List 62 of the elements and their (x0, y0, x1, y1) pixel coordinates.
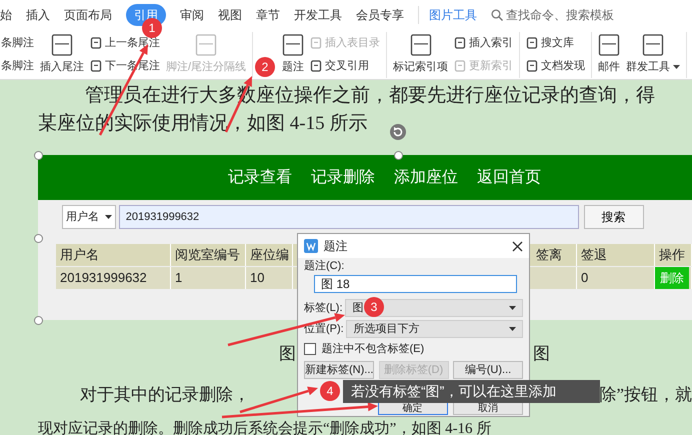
ribbon-tab[interactable]: 视图 (218, 4, 242, 26)
toolbar-button[interactable]: 条脚注 (0, 58, 35, 74)
paragraph-text: 除”按钮，就 (599, 384, 692, 406)
toolbar-button[interactable]: 交叉引用 (309, 58, 382, 74)
tooltip: 若没有标签“图”，可以在这里添加 (343, 380, 600, 403)
caption-text: 图 (279, 343, 296, 365)
toolbar-button[interactable]: 搜文库 (525, 34, 586, 52)
dialog-button[interactable]: 编号(U)... (453, 361, 523, 379)
table-header: 座位编 (246, 244, 293, 266)
toolbar-button[interactable]: 题注 (281, 32, 306, 78)
table-header: 操作 (655, 244, 692, 266)
toolbar-button[interactable]: 邮件 (597, 32, 622, 78)
table-cell: 10 (246, 267, 293, 289)
nav-link[interactable]: 记录删除 (311, 166, 375, 190)
toolbar-button[interactable]: 群发工具 (625, 32, 681, 78)
nav-link[interactable]: 记录查看 (228, 166, 292, 190)
field-label: 题注(C): (304, 260, 346, 273)
table-cell: 201931999632 (56, 267, 171, 289)
select-field[interactable]: 用户名 (62, 205, 116, 229)
ribbon-tab[interactable]: 图片工具 (418, 6, 477, 24)
ribbon-tab[interactable]: 始 (0, 4, 12, 26)
input-field[interactable]: 图 18 (314, 275, 517, 293)
paragraph-text: 现对应记录的删除。删除成功后系统会提示“删除成功”，如图 4-16 所 (38, 421, 492, 435)
caret-icon (672, 65, 680, 70)
field-label: 标签(L): (304, 300, 342, 316)
toolbar-button[interactable]: 条脚注 (0, 34, 35, 52)
nav-link[interactable]: 添加座位 (394, 166, 458, 190)
toolbar-button[interactable]: 标记索引项 (392, 32, 450, 78)
select-field[interactable]: 所选项目下方 (346, 320, 523, 338)
rotate-handle-icon[interactable] (390, 124, 406, 140)
table-header: 用户名 (56, 244, 171, 266)
app-icon (304, 239, 318, 253)
ribbon-tab[interactable]: 章节 (256, 4, 280, 26)
dialog-title: 题注 (324, 238, 348, 255)
ribbon-tab[interactable]: 会员专享 (356, 4, 404, 26)
nav-link[interactable]: 返回首页 (477, 166, 541, 190)
toolbar-button[interactable]: 插入尾注 (39, 32, 85, 78)
ribbon-tab[interactable]: 页面布局 (64, 4, 112, 26)
search-icon (491, 9, 503, 21)
checkbox-label: 题注中不包含标签(E) (322, 342, 424, 357)
ribbon-tab[interactable]: 插入 (26, 4, 50, 26)
input-field[interactable]: 201931999632 (118, 205, 579, 229)
toolbar-button[interactable]: 文档发现 (525, 58, 586, 74)
checkbox[interactable] (304, 343, 316, 355)
toolbar-button[interactable]: 插入索引 (453, 34, 514, 52)
search-button[interactable]: 搜索 (584, 205, 644, 229)
step-marker: 2 (255, 57, 275, 77)
table-header: 签离 (532, 244, 577, 266)
paragraph-text: 对于其中的记录删除， (80, 384, 250, 406)
caret-icon (105, 215, 112, 219)
ribbon-tab[interactable]: 开发工具 (294, 4, 342, 26)
table-header: 签退 (577, 244, 655, 266)
search-field[interactable]: 查找命令、搜索模板 (506, 6, 614, 24)
caption-text: 图 (533, 343, 550, 365)
table-header: 阅览室编号 (171, 244, 246, 266)
dialog-button[interactable]: 新建标签(N)... (304, 361, 374, 379)
ribbon-tab[interactable]: 审阅 (180, 4, 204, 26)
caret-icon (509, 306, 516, 310)
close-icon[interactable] (512, 240, 523, 252)
table-cell: 1 (171, 267, 246, 289)
step-marker: 1 (142, 18, 162, 38)
caret-icon (509, 327, 516, 331)
